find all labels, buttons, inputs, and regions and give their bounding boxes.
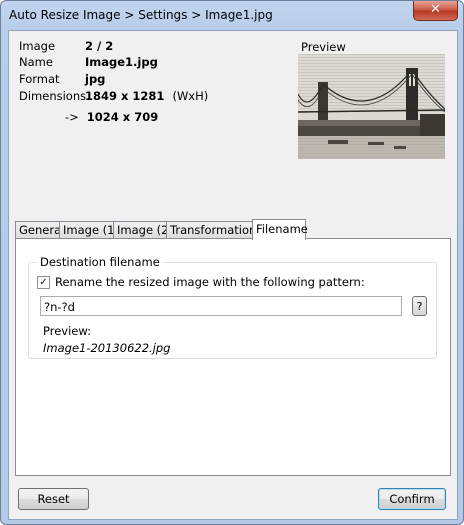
format-value: jpg [85,72,106,86]
tab-general[interactable]: General [15,221,64,238]
name-label: Name [19,55,53,69]
bridge-engraving-image [298,54,445,159]
rename-checkbox-label[interactable]: Rename the resized image with the follow… [55,275,365,289]
close-icon: ✕ [430,2,441,17]
tab-image-1[interactable]: Image (1) [59,221,119,238]
tab-transformations[interactable]: Transformations [166,221,262,238]
tab-image-2[interactable]: Image (2) [113,221,173,238]
rename-checkbox[interactable]: ✓ [37,276,50,289]
pattern-help-button[interactable]: ? [412,296,427,316]
resized-row: -> 1024 x 709 [65,110,158,124]
image-label: Image [19,39,56,53]
dimensions-label: Dimensions [19,89,87,103]
confirm-button[interactable]: Confirm [378,488,446,510]
title-bar[interactable]: Auto Resize Image > Settings > Image1.jp… [1,1,463,31]
dimensions-value: 1849 x 1281 (WxH) [85,89,208,103]
group-title: Destination filename [37,255,163,269]
arrow-label: -> [65,110,79,124]
tab-filename[interactable]: Filename [252,219,308,240]
image-value: 2 / 2 [85,39,114,53]
filename-tab-panel: Destination filename ✓ Rename the resize… [15,238,451,476]
destination-filename-group: Destination filename ✓ Rename the resize… [28,255,437,359]
reset-button[interactable]: Reset [18,488,89,510]
pattern-input[interactable]: ?n-?d [40,296,402,316]
filename-preview-value: Image1-20130622.jpg [43,341,171,355]
dimensions-size: 1849 x 1281 [85,89,165,103]
dimensions-unit: (WxH) [172,89,209,103]
format-label: Format [19,72,60,86]
dialog-client: Image 2 / 2 Name Image1.jpg Format jpg D… [8,30,458,520]
checkmark-icon: ✓ [39,277,48,288]
preview-label: Preview [301,40,346,54]
filename-preview-label: Preview: [43,324,92,338]
preview-image [298,54,445,159]
close-button[interactable]: ✕ [413,1,458,21]
resized-value: 1024 x 709 [86,110,159,124]
dialog-window: Auto Resize Image > Settings > Image1.jp… [0,0,464,525]
name-value: Image1.jpg [85,55,158,69]
window-title: Auto Resize Image > Settings > Image1.jp… [9,8,273,22]
